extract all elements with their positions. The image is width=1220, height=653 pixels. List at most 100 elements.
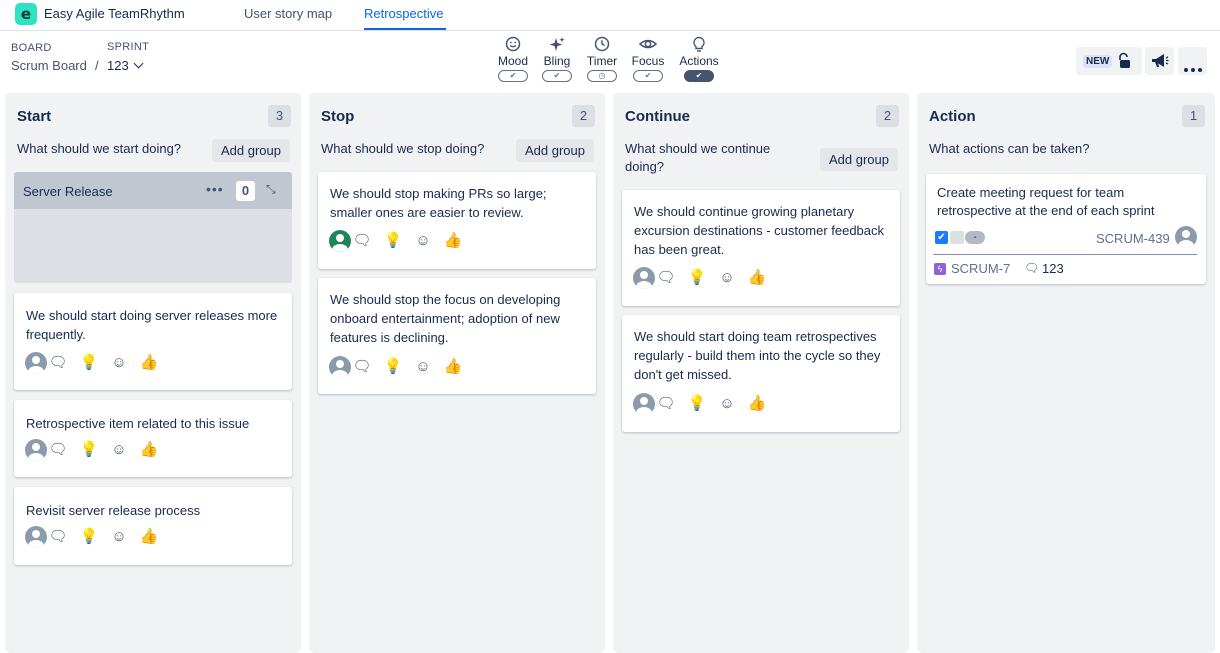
card-text: We should start doing server releases mo…	[26, 308, 278, 342]
group-count: 0	[236, 181, 255, 201]
tab-user-story-map[interactable]: User story map	[244, 6, 332, 21]
column-title: Start	[17, 108, 52, 125]
megaphone-icon	[1150, 52, 1169, 75]
issue-key[interactable]: SCRUM-439	[1096, 231, 1170, 246]
emoji-add-icon[interactable]: ☺	[413, 231, 433, 251]
card-text: We should start doing team retrospective…	[634, 329, 881, 382]
add-group-button[interactable]: Add group	[820, 148, 898, 171]
lightbulb-icon[interactable]: 💡	[79, 353, 99, 373]
tool-bling-toggle[interactable]: ✔	[542, 70, 572, 82]
retro-card[interactable]: We should start doing team retrospective…	[622, 315, 900, 432]
status-pill-blank[interactable]	[950, 231, 964, 244]
group-server-release[interactable]: Server Release ••• 0 ⤡	[14, 172, 292, 283]
group-name[interactable]: Server Release	[23, 184, 113, 199]
tool-mood-toggle[interactable]: ✔	[498, 70, 528, 82]
comment-icon[interactable]: 🗨	[656, 394, 676, 414]
retro-card[interactable]: We should continue growing planetary exc…	[622, 190, 900, 306]
column-continue: Continue 2 What should we continue doing…	[613, 93, 909, 653]
thumbs-up-icon[interactable]: 👍	[139, 440, 159, 460]
column-count: 3	[268, 105, 291, 127]
tool-actions[interactable]: Actions ✔	[677, 36, 721, 82]
new-feature-button[interactable]: NEW	[1076, 47, 1142, 75]
app-logo[interactable]: e	[15, 3, 37, 25]
tool-timer-label: Timer	[586, 54, 618, 68]
sparkle-icon	[535, 36, 579, 54]
lightbulb-icon[interactable]: 💡	[79, 527, 99, 547]
column-question: What should we start doing?	[17, 141, 182, 156]
comment-icon[interactable]: 🗨	[48, 440, 68, 460]
tool-timer[interactable]: Timer ◷	[580, 36, 624, 82]
thumbs-up-icon[interactable]: 👍	[443, 231, 463, 251]
lightbulb-icon[interactable]: 💡	[687, 268, 707, 288]
card-text: We should continue growing planetary exc…	[634, 204, 885, 257]
lightbulb-icon[interactable]: 💡	[687, 394, 707, 414]
avatar[interactable]	[329, 356, 351, 378]
group-more-icon[interactable]: •••	[206, 181, 224, 197]
sprint-selector[interactable]: 123	[107, 58, 144, 73]
emoji-add-icon[interactable]: ☺	[717, 268, 737, 288]
thumbs-up-icon[interactable]: 👍	[747, 394, 767, 414]
add-group-button[interactable]: Add group	[212, 139, 290, 162]
avatar[interactable]	[25, 439, 47, 461]
linked-issue-key[interactable]: SCRUM-7	[951, 261, 1010, 276]
active-tab-indicator	[364, 28, 446, 30]
tool-bling[interactable]: Bling ✔	[535, 36, 579, 82]
comment-icon[interactable]: 🗨	[48, 353, 68, 373]
column-count: 2	[876, 105, 899, 127]
assignee-avatar[interactable]	[1175, 226, 1197, 248]
tool-focus-toggle[interactable]: ✔	[633, 70, 663, 82]
avatar[interactable]	[633, 393, 655, 415]
avatar[interactable]	[25, 352, 47, 374]
comment-icon[interactable]: 🗨	[352, 231, 372, 251]
comment-icon[interactable]: 🗨	[48, 527, 68, 547]
tool-bling-label: Bling	[543, 54, 571, 68]
app-title: Easy Agile TeamRhythm	[44, 6, 185, 21]
emoji-add-icon[interactable]: ☺	[109, 440, 129, 460]
more-options-button[interactable]	[1178, 47, 1207, 75]
thumbs-up-icon[interactable]: 👍	[747, 268, 767, 288]
retro-card[interactable]: We should stop the focus on developing o…	[318, 278, 596, 394]
tool-mood-label: Mood	[497, 54, 529, 68]
emoji-add-icon[interactable]: ☺	[717, 394, 737, 414]
thumbs-up-icon[interactable]: 👍	[443, 357, 463, 377]
thumbs-up-icon[interactable]: 👍	[139, 527, 159, 547]
new-badge: NEW	[1083, 55, 1113, 68]
tool-timer-toggle[interactable]: ◷	[587, 70, 617, 82]
announcement-button[interactable]	[1145, 47, 1174, 75]
lightbulb-icon[interactable]: 💡	[79, 440, 99, 460]
action-card[interactable]: Create meeting request for team retrospe…	[926, 174, 1206, 284]
tab-retrospective[interactable]: Retrospective	[364, 6, 443, 21]
retro-card[interactable]: We should stop making PRs so large; smal…	[318, 172, 596, 269]
status-pill[interactable]: -	[965, 231, 985, 244]
tool-mood[interactable]: Mood ✔	[491, 36, 535, 82]
collapse-icon[interactable]: ⤡	[266, 182, 276, 197]
comment-icon[interactable]: 🗨	[656, 268, 676, 288]
retro-card[interactable]: We should start doing server releases mo…	[14, 293, 292, 390]
lightbulb-icon[interactable]: 💡	[383, 231, 403, 251]
tool-actions-toggle[interactable]: ✔	[684, 70, 714, 82]
tool-focus-label: Focus	[631, 54, 665, 68]
emoji-add-icon[interactable]: ☺	[109, 353, 129, 373]
lightbulb-icon	[677, 36, 721, 54]
divider	[933, 254, 1197, 255]
comment-icon[interactable]: 🗨	[352, 357, 372, 377]
avatar[interactable]	[329, 230, 351, 252]
board-name[interactable]: Scrum Board	[11, 58, 87, 73]
smiley-icon	[491, 36, 535, 54]
retro-card[interactable]: Revisit server release process 🗨 💡 ☺ 👍	[14, 487, 292, 565]
lightbulb-icon[interactable]: 💡	[383, 357, 403, 377]
epic-icon: ϟ	[934, 263, 946, 275]
emoji-add-icon[interactable]: ☺	[109, 527, 129, 547]
breadcrumb-separator: /	[95, 58, 99, 73]
add-group-button[interactable]: Add group	[516, 139, 594, 162]
column-stop: Stop 2 What should we stop doing? Add gr…	[309, 93, 605, 653]
retro-card[interactable]: Retrospective item related to this issue…	[14, 400, 292, 477]
chevron-down-icon	[133, 58, 144, 69]
card-text: We should stop the focus on developing o…	[330, 292, 561, 345]
avatar[interactable]	[25, 526, 47, 548]
emoji-add-icon[interactable]: ☺	[413, 357, 433, 377]
checkbox-icon[interactable]: ✔	[935, 231, 948, 244]
thumbs-up-icon[interactable]: 👍	[139, 353, 159, 373]
avatar[interactable]	[633, 267, 655, 289]
tool-focus[interactable]: Focus ✔	[626, 36, 670, 82]
